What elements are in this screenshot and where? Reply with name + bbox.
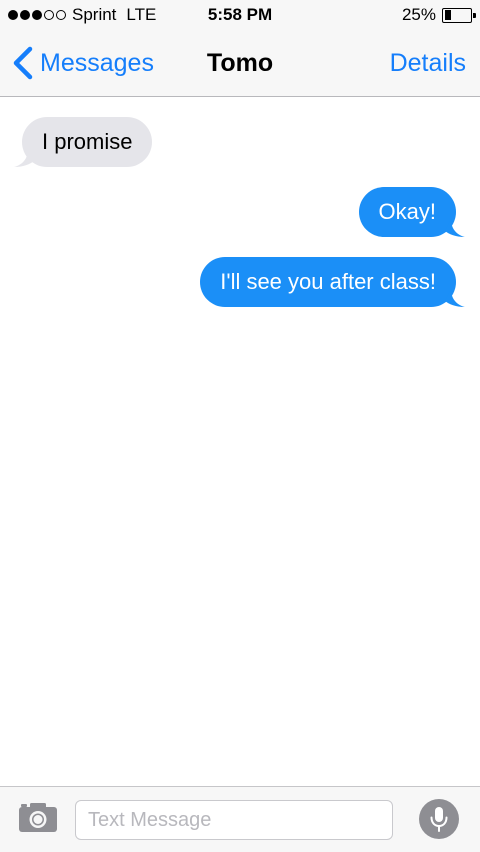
bubble-tail [14, 149, 34, 167]
bubble-tail [445, 219, 465, 237]
chevron-left-icon [13, 46, 33, 80]
status-left: Sprint LTE [8, 5, 156, 25]
navigation-bar: Messages Tomo Details [0, 30, 480, 97]
back-button-label: Messages [40, 48, 154, 77]
network-type: LTE [126, 5, 157, 24]
signal-strength-icon [8, 10, 66, 20]
signal-dot [8, 10, 18, 20]
status-right: 25% [401, 5, 476, 25]
message-text-field[interactable] [75, 800, 393, 840]
signal-dot [56, 10, 66, 20]
signal-dot [32, 10, 42, 20]
signal-dot [44, 10, 54, 20]
back-button[interactable]: Messages [10, 46, 154, 80]
battery-percentage: 25% [401, 5, 436, 24]
message-bubble-incoming[interactable]: I promise [14, 117, 153, 167]
conversation-view[interactable]: I promise Okay! I'll see you after class… [0, 97, 480, 786]
microphone-icon [430, 807, 448, 832]
microphone-button[interactable] [419, 799, 459, 839]
battery-level-fill [444, 10, 451, 20]
message-text: I promise [42, 129, 133, 154]
message-text: Okay! [378, 199, 436, 224]
message-bubble-outgoing[interactable]: Okay! [358, 187, 465, 237]
carrier-name: Sprint [72, 5, 117, 24]
conversation-title[interactable]: Tomo [207, 49, 273, 77]
signal-dot [20, 10, 30, 20]
battery-tip [473, 12, 476, 18]
message-bubble-outgoing[interactable]: I'll see you after class! [200, 257, 465, 307]
message-text: I'll see you after class! [220, 269, 436, 294]
battery-icon [442, 7, 476, 23]
bubble-tail [445, 289, 465, 307]
status-bar: Sprint LTE 5:58 PM 25% [0, 0, 480, 30]
message-input-bar [0, 786, 480, 852]
camera-icon[interactable] [18, 801, 58, 833]
details-button[interactable]: Details [390, 49, 466, 78]
